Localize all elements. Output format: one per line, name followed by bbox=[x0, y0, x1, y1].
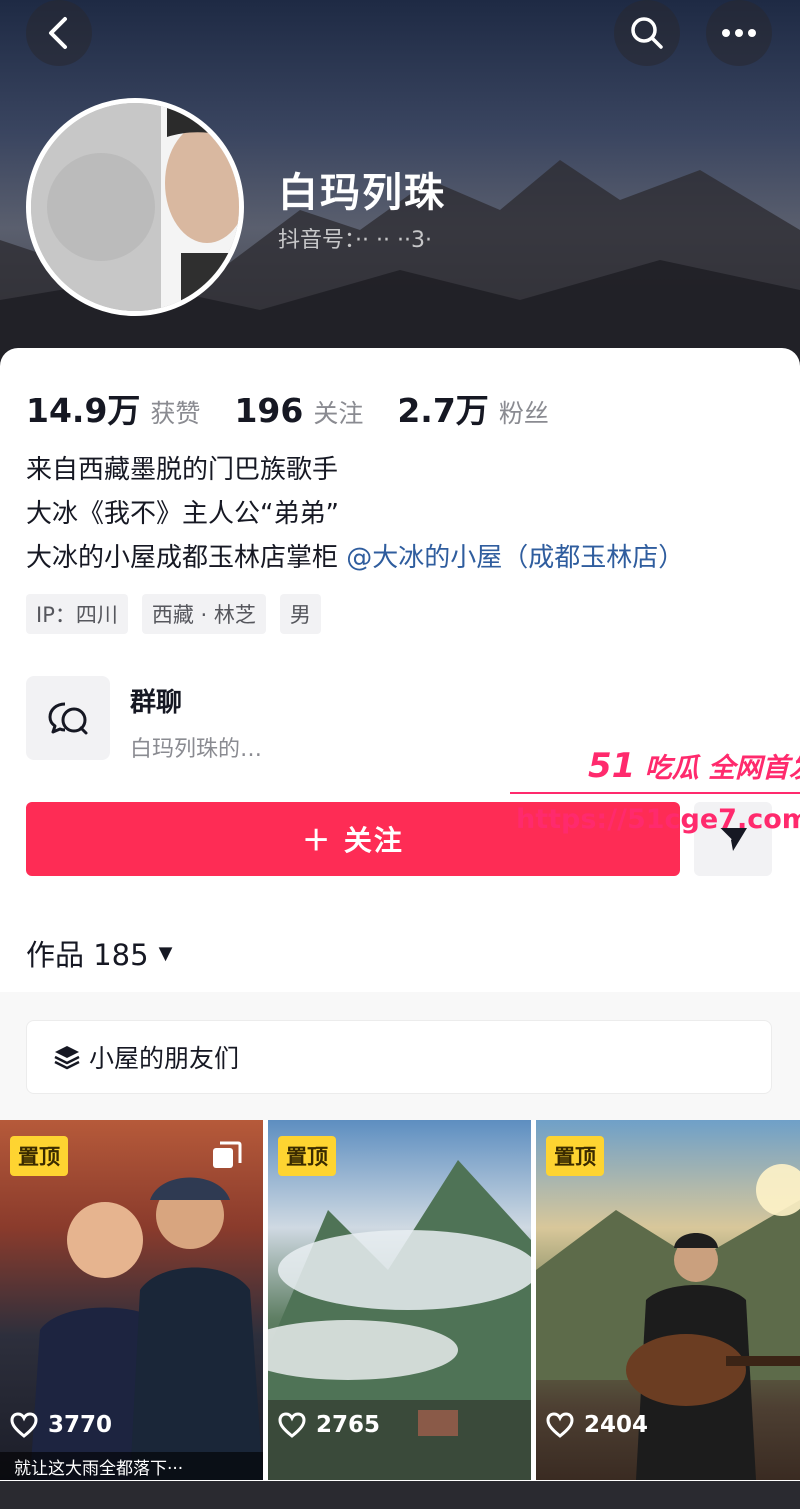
video-likes-count: 2765 bbox=[316, 1412, 381, 1438]
profile-tags: IP：四川 西藏 · 林芝 男 bbox=[26, 594, 335, 634]
watermark-brand: 51 吃瓜 全网首发 bbox=[588, 746, 800, 786]
pinned-badge: 置顶 bbox=[10, 1136, 68, 1176]
more-button[interactable] bbox=[706, 0, 772, 66]
bio-line-3-text: 大冰的小屋成都玉林店掌柜 bbox=[26, 543, 339, 573]
watermark: 51 吃瓜 全网首发 https://51cge7.com bbox=[510, 746, 800, 846]
video-tile[interactable]: 置顶 2765 bbox=[268, 1120, 531, 1480]
avatar[interactable] bbox=[26, 98, 244, 316]
group-chat-icon bbox=[48, 702, 88, 735]
video-tile[interactable]: 置顶 3770 就让这大雨全都落下··· bbox=[0, 1120, 263, 1480]
group-chat-text: 群聊 白玛列珠的… bbox=[130, 676, 263, 762]
back-icon bbox=[49, 17, 67, 49]
search-button[interactable] bbox=[614, 0, 680, 66]
collection-label: 小屋的朋友们 bbox=[89, 1044, 240, 1073]
douyin-id[interactable]: 抖音号：·· ·· ··3· bbox=[278, 222, 432, 254]
following-count[interactable]: 196 bbox=[234, 391, 303, 430]
video-likes-count: 2404 bbox=[584, 1412, 649, 1438]
gender-tag: 男 bbox=[279, 594, 321, 634]
video-likes: 2404 bbox=[546, 1412, 648, 1438]
search-icon bbox=[631, 17, 663, 49]
likes-label: 获赞 bbox=[150, 399, 201, 428]
dropdown-caret-icon: ▼ bbox=[158, 942, 173, 964]
layers-icon bbox=[54, 1046, 80, 1070]
bio-mention-link[interactable]: @大冰的小屋（成都玉林店） bbox=[346, 543, 684, 573]
group-chat-subtitle: 白玛列珠的… bbox=[130, 737, 263, 762]
multi-image-icon bbox=[213, 1141, 242, 1168]
heart-icon bbox=[278, 1412, 306, 1438]
pinned-badge: 置顶 bbox=[546, 1136, 604, 1176]
profile-nickname: 白玛列珠 bbox=[278, 170, 446, 216]
profile-stats: 14.9万 获赞 196 关注 2.7万 粉丝 bbox=[26, 384, 583, 432]
video-tile[interactable]: 置顶 2404 bbox=[536, 1120, 800, 1480]
watermark-url: https://51cge7.com bbox=[516, 804, 800, 835]
group-chat-title: 群聊 bbox=[130, 688, 183, 718]
heart-icon bbox=[10, 1412, 38, 1438]
collection-entry[interactable]: 小屋的朋友们 bbox=[26, 1020, 772, 1094]
works-tab[interactable]: 作品 185 ▼ bbox=[26, 932, 172, 974]
next-video-row bbox=[0, 1481, 800, 1509]
video-likes-count: 3770 bbox=[48, 1412, 113, 1438]
back-button[interactable] bbox=[26, 0, 92, 66]
video-caption: 就让这大雨全都落下··· bbox=[0, 1452, 263, 1480]
video-likes: 2765 bbox=[278, 1412, 380, 1438]
region-tag[interactable]: 西藏 · 林芝 bbox=[141, 594, 266, 634]
heart-icon bbox=[546, 1412, 574, 1438]
video-likes: 3770 bbox=[10, 1412, 112, 1438]
followers-label[interactable]: 粉丝 bbox=[499, 394, 549, 430]
profile-bio: 来自西藏墨脱的门巴族歌手 大冰《我不》主人公“弟弟” 大冰的小屋成都玉林店掌柜 … bbox=[26, 448, 684, 580]
watermark-line bbox=[510, 792, 800, 794]
bio-line-2: 大冰《我不》主人公“弟弟” bbox=[26, 499, 339, 529]
following-label[interactable]: 关注 bbox=[313, 394, 363, 430]
likes-count: 14.9万 bbox=[26, 391, 141, 430]
pinned-badge: 置顶 bbox=[278, 1136, 336, 1176]
group-chat-icon-box bbox=[26, 676, 110, 760]
watermark-brand-number: 51 bbox=[588, 746, 636, 786]
bio-line-1: 来自西藏墨脱的门巴族歌手 bbox=[26, 455, 339, 485]
bio-line-3: 大冰的小屋成都玉林店掌柜 @大冰的小屋（成都玉林店） bbox=[26, 536, 684, 580]
profile-sheet: 14.9万 获赞 196 关注 2.7万 粉丝 来自西藏墨脱的门巴族歌手 大冰《… bbox=[0, 348, 800, 1509]
group-chat-entry[interactable]: 群聊 白玛列珠的… bbox=[26, 676, 526, 762]
followers-count[interactable]: 2.7万 bbox=[397, 384, 488, 432]
video-grid: 置顶 3770 就让这大雨全都落下··· 置顶 2765 置顶 2404 bbox=[0, 1120, 800, 1480]
avatar-image bbox=[31, 103, 239, 311]
profile-banner: 白玛列珠 抖音号：·· ·· ··3· bbox=[0, 0, 800, 380]
more-icon bbox=[722, 29, 756, 37]
ip-location-tag: IP：四川 bbox=[26, 594, 128, 634]
watermark-brand-text: 吃瓜 全网首发 bbox=[644, 753, 800, 784]
works-tab-label: 作品 185 bbox=[26, 938, 149, 972]
